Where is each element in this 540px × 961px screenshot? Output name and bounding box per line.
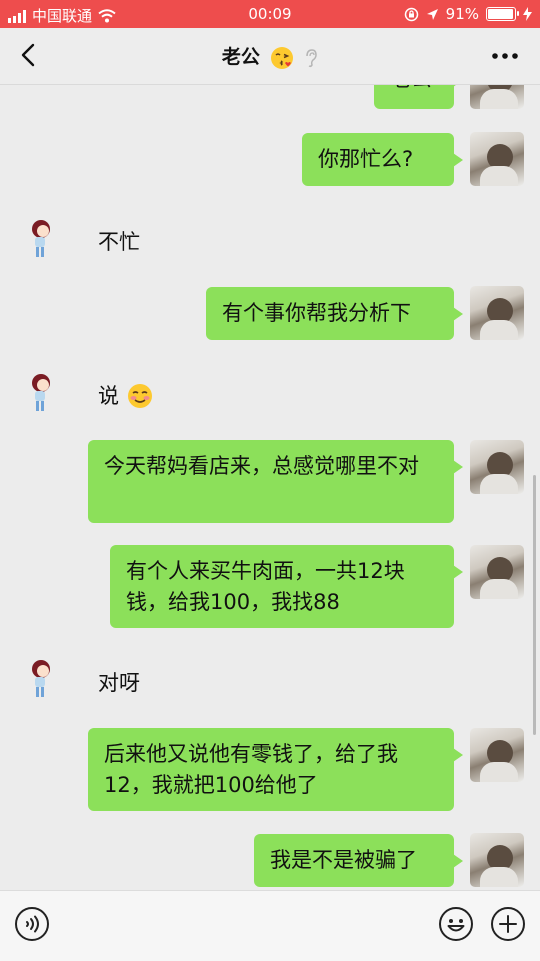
message-bubble-them[interactable]: 不忙: [98, 219, 140, 266]
contact-avatar[interactable]: [24, 217, 58, 261]
my-avatar[interactable]: [470, 833, 524, 887]
more-icon[interactable]: [488, 42, 522, 70]
message-text: 老公: [390, 85, 432, 91]
status-bar: 中国联通 00:09 91%: [0, 0, 540, 28]
message-text: 不忙: [98, 230, 140, 254]
my-avatar[interactable]: [470, 545, 524, 599]
message-bubble-me[interactable]: 我是不是被骗了: [254, 834, 463, 887]
charging-icon: [523, 7, 532, 21]
battery-icon: [486, 7, 519, 21]
battery-percent: 91%: [445, 5, 479, 23]
location-icon: [426, 8, 438, 20]
message-text: 对呀: [98, 671, 140, 695]
contact-avatar[interactable]: [24, 371, 58, 415]
kiss-emoji-icon: [270, 46, 293, 69]
message-text: 有个事你帮我分析下: [222, 301, 411, 325]
emoji-icon[interactable]: [438, 906, 474, 942]
message-bubble-me[interactable]: 老公: [374, 85, 463, 109]
ear-icon: [306, 48, 317, 67]
message-bubble-me[interactable]: 后来他又说他有零钱了，给了我12，我就把100给他了: [88, 728, 463, 811]
battery-fill: [488, 9, 514, 19]
message-text: 有个人来买牛肉面，一共12块钱，给我100，我找88: [126, 559, 405, 614]
message-text: 后来他又说他有零钱了，给了我12，我就把100给他了: [104, 742, 398, 797]
message-text: 今天帮妈看店来，总感觉哪里不对: [104, 454, 419, 478]
message-bubble-them[interactable]: 对呀: [98, 660, 140, 707]
message-bubble-me[interactable]: 有个人来买牛肉面，一共12块钱，给我100，我找88: [110, 545, 463, 628]
my-avatar[interactable]: [470, 728, 524, 782]
message-bubble-me[interactable]: 你那忙么?: [302, 133, 463, 186]
message-bubble-me[interactable]: 今天帮妈看店来，总感觉哪里不对: [88, 440, 463, 523]
message-text: 我是不是被骗了: [270, 848, 417, 872]
my-avatar[interactable]: [470, 132, 524, 186]
my-avatar[interactable]: [470, 85, 524, 109]
my-avatar[interactable]: [470, 440, 524, 494]
plus-icon[interactable]: [490, 906, 526, 942]
message-text: 你那忙么?: [318, 147, 414, 171]
shy-smile-emoji-icon: [127, 384, 152, 408]
my-avatar[interactable]: [470, 286, 524, 340]
message-bubble-them[interactable]: 说: [98, 373, 153, 420]
chat-title-text: 老公: [221, 46, 260, 68]
voice-icon[interactable]: [14, 906, 50, 942]
contact-avatar[interactable]: [24, 657, 58, 701]
chat-area[interactable]: 老公 你那忙么? 不忙 有个事你帮我分析下 说: [0, 85, 540, 890]
chat-title[interactable]: 老公: [0, 42, 540, 70]
scroll-indicator[interactable]: [533, 475, 536, 735]
message-bubble-me[interactable]: 有个事你帮我分析下: [206, 287, 463, 340]
status-right: 91%: [404, 5, 532, 23]
nav-bar: 老公: [0, 28, 540, 85]
message-text: 说: [98, 384, 119, 408]
rotation-lock-icon: [404, 7, 418, 21]
input-bar: [0, 890, 540, 961]
